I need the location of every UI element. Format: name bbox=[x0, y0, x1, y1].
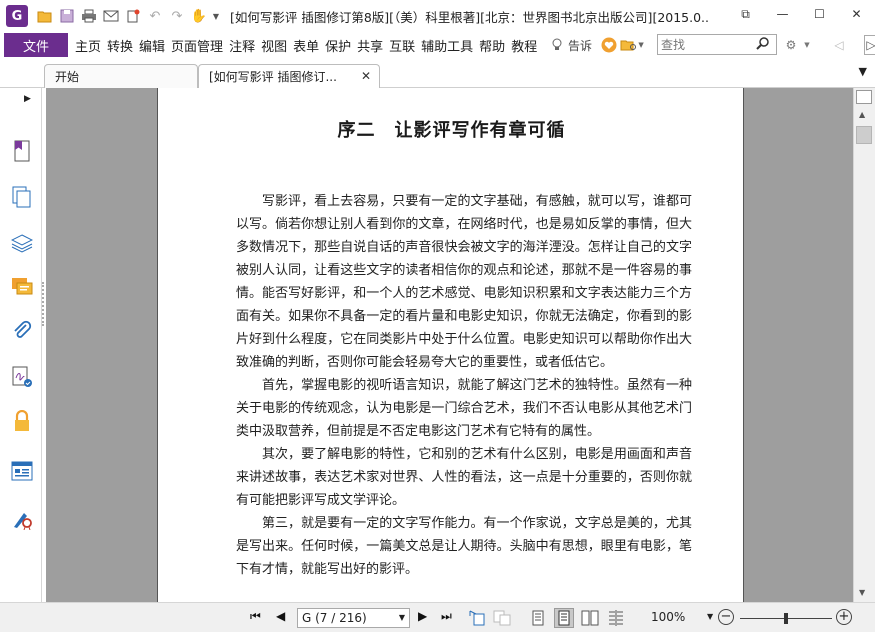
tab-document-label: [如何写影评 插图修订... bbox=[209, 70, 337, 84]
tell-me-label[interactable]: 告诉 bbox=[568, 37, 592, 54]
hand-tool-icon[interactable]: ✋ bbox=[188, 5, 210, 27]
menu-item-form[interactable]: 表单 bbox=[290, 36, 322, 55]
paragraph: 首先，掌握电影的视听语言知识，就能了解这门艺术的独特性。虽然有一种关于电影的传统… bbox=[236, 378, 692, 439]
page-number-value: G (7 / 216) bbox=[302, 611, 367, 625]
menu-item-protect[interactable]: 保护 bbox=[322, 36, 354, 55]
scroll-thumb[interactable] bbox=[856, 126, 872, 144]
menu-item-home[interactable]: 主页 bbox=[72, 36, 104, 55]
page-heading: 序二 让影评写作有章可循 bbox=[337, 120, 566, 141]
email-icon[interactable] bbox=[100, 5, 122, 27]
open-folder-icon[interactable] bbox=[34, 5, 56, 27]
ribbon-tabs: 主页 转换 编辑 页面管理 注释 视图 表单 保护 共享 互联 辅助工具 帮助 … bbox=[72, 36, 540, 55]
security-lock-icon[interactable] bbox=[9, 408, 35, 434]
title-bar: G ↶ ↷ ✋ ▼ [如何写影评 插图修订第8版][（美）科里根著][北京：世界… bbox=[0, 0, 875, 32]
undo-icon[interactable]: ↶ bbox=[144, 5, 166, 27]
previous-view-icon[interactable] bbox=[466, 608, 486, 628]
page-body: 写影评，看上去容易，只要有一定的文字基础，有感触，就可以写，谁都可以写。倘若你想… bbox=[236, 190, 692, 581]
facing-view-icon[interactable] bbox=[580, 608, 600, 628]
tab-start-label: 开始 bbox=[55, 70, 80, 84]
next-page-icon[interactable]: ▶ bbox=[418, 609, 427, 623]
expand-panel-icon[interactable]: ▶ bbox=[24, 94, 31, 104]
lightbulb-icon[interactable] bbox=[548, 34, 566, 56]
search-folder-icon[interactable]: ▼ bbox=[620, 34, 644, 56]
previous-page-icon[interactable]: ◀ bbox=[276, 609, 285, 623]
split-view-toggle[interactable] bbox=[856, 90, 872, 104]
minimize-button[interactable]: — bbox=[764, 0, 801, 28]
page-number-field[interactable]: G (7 / 216) ▼ bbox=[297, 608, 410, 628]
menu-item-view[interactable]: 视图 bbox=[258, 36, 290, 55]
comments-icon[interactable] bbox=[9, 274, 35, 300]
scroll-down-icon[interactable]: ▼ bbox=[859, 588, 865, 597]
menu-item-connect[interactable]: 互联 bbox=[386, 36, 418, 55]
attachments-icon[interactable] bbox=[9, 318, 35, 344]
menu-item-organize[interactable]: 页面管理 bbox=[168, 36, 226, 55]
search-icon[interactable] bbox=[756, 36, 774, 54]
continuous-facing-view-icon[interactable] bbox=[606, 608, 626, 628]
restore-layout-button[interactable]: ⧉ bbox=[727, 0, 764, 28]
page-dropdown-icon[interactable]: ▼ bbox=[399, 613, 405, 622]
menu-bar: 文件 主页 转换 编辑 页面管理 注释 视图 表单 保护 共享 互联 辅助工具 … bbox=[0, 32, 875, 58]
next-view-icon[interactable] bbox=[492, 608, 512, 628]
new-document-icon[interactable] bbox=[122, 5, 144, 27]
last-page-icon[interactable]: ⏭ bbox=[441, 609, 452, 624]
menu-item-help[interactable]: 帮助 bbox=[476, 36, 508, 55]
page-thumbnails-icon[interactable] bbox=[9, 184, 35, 210]
tab-document[interactable]: [如何写影评 插图修订... ✕ bbox=[198, 64, 380, 88]
zoom-slider[interactable] bbox=[740, 613, 832, 624]
zoom-out-icon[interactable]: − bbox=[718, 609, 734, 625]
maximize-button[interactable]: ☐ bbox=[801, 0, 838, 28]
menu-item-tutorial[interactable]: 教程 bbox=[508, 36, 540, 55]
menu-item-convert[interactable]: 转换 bbox=[104, 36, 136, 55]
zoom-in-icon[interactable]: + bbox=[836, 609, 852, 625]
layers-icon[interactable] bbox=[9, 230, 35, 256]
tabs-dropdown-icon[interactable]: ▼ bbox=[859, 65, 867, 78]
scroll-up-icon[interactable]: ▲ bbox=[859, 110, 865, 119]
ribbon-scroll-right-icon[interactable]: ▷ bbox=[864, 35, 875, 55]
single-page-view-icon[interactable] bbox=[528, 608, 548, 628]
paragraph: 第三，就是要有一定的文字写作能力。有一个作家说，文字总是美的，尤其是写出来。任何… bbox=[236, 516, 692, 577]
menu-item-accessibility[interactable]: 辅助工具 bbox=[418, 36, 476, 55]
zoom-slider-knob[interactable] bbox=[784, 613, 788, 624]
feedback-heart-icon[interactable] bbox=[598, 34, 620, 56]
first-page-icon[interactable]: ⏮ bbox=[250, 609, 261, 624]
certify-signature-icon[interactable] bbox=[9, 506, 35, 532]
menu-item-edit[interactable]: 编辑 bbox=[136, 36, 168, 55]
tell-me-area: 告诉 ▼ bbox=[548, 32, 644, 58]
bookmark-icon[interactable] bbox=[9, 138, 35, 164]
signature-panel-icon[interactable] bbox=[9, 364, 35, 390]
paragraph: 写影评，看上去容易，只要有一定的文字基础，有感触，就可以写，谁都可以写。倘若你想… bbox=[236, 194, 692, 370]
pdf-page: 序二 让影评写作有章可循 写影评，看上去容易，只要有一定的文字基础，有感触，就可… bbox=[157, 88, 744, 602]
menu-item-comment[interactable]: 注释 bbox=[226, 36, 258, 55]
navigation-sidebar: ▶ bbox=[0, 88, 42, 602]
document-tabs: 开始 [如何写影评 插图修订... ✕ ▼ bbox=[0, 58, 875, 88]
quick-access-toolbar: ↶ ↷ ✋ ▼ bbox=[34, 5, 222, 27]
content-panel-icon[interactable] bbox=[9, 458, 35, 484]
customize-dropdown-icon[interactable]: ▼ bbox=[210, 5, 222, 27]
save-icon[interactable] bbox=[56, 5, 78, 27]
tab-start[interactable]: 开始 bbox=[44, 64, 198, 88]
search-field[interactable] bbox=[657, 34, 777, 55]
app-logo-letter: G bbox=[11, 8, 23, 24]
zoom-level[interactable]: 100% bbox=[651, 610, 685, 624]
file-menu-button[interactable]: 文件 bbox=[4, 33, 68, 57]
paragraph: 其次，要了解电影的特性，它和别的艺术有什么区别，电影是用画面和声音来讲述故事，表… bbox=[236, 447, 692, 508]
window-controls: ⧉ — ☐ ✕ bbox=[727, 0, 875, 28]
window-title: [如何写影评 插图修订第8版][（美）科里根著][北京：世界图书北京出版公司][… bbox=[230, 9, 710, 25]
settings-gear-icon[interactable]: ⚙ bbox=[780, 34, 802, 56]
redo-icon[interactable]: ↷ bbox=[166, 5, 188, 27]
ribbon-scroll-left-icon[interactable]: ◁ bbox=[828, 34, 850, 56]
menu-far-controls: ⚙ ▼ ◁ ▷ bbox=[780, 32, 875, 58]
close-button[interactable]: ✕ bbox=[838, 0, 875, 28]
continuous-view-icon[interactable] bbox=[554, 608, 574, 628]
print-icon[interactable] bbox=[78, 5, 100, 27]
tab-close-icon[interactable]: ✕ bbox=[361, 69, 371, 83]
menu-item-share[interactable]: 共享 bbox=[354, 36, 386, 55]
vertical-scrollbar[interactable]: ▲ ▼ bbox=[853, 88, 875, 602]
status-bar: ⏮ ◀ G (7 / 216) ▼ ▶ ⏭ 100% ▼ − + bbox=[0, 602, 875, 632]
app-logo: G bbox=[6, 5, 28, 27]
document-canvas: 序二 让影评写作有章可循 写影评，看上去容易，只要有一定的文字基础，有感触，就可… bbox=[46, 88, 853, 602]
search-input[interactable] bbox=[658, 37, 756, 52]
settings-dropdown-icon[interactable]: ▼ bbox=[802, 34, 812, 56]
zoom-dropdown-icon[interactable]: ▼ bbox=[707, 612, 713, 621]
